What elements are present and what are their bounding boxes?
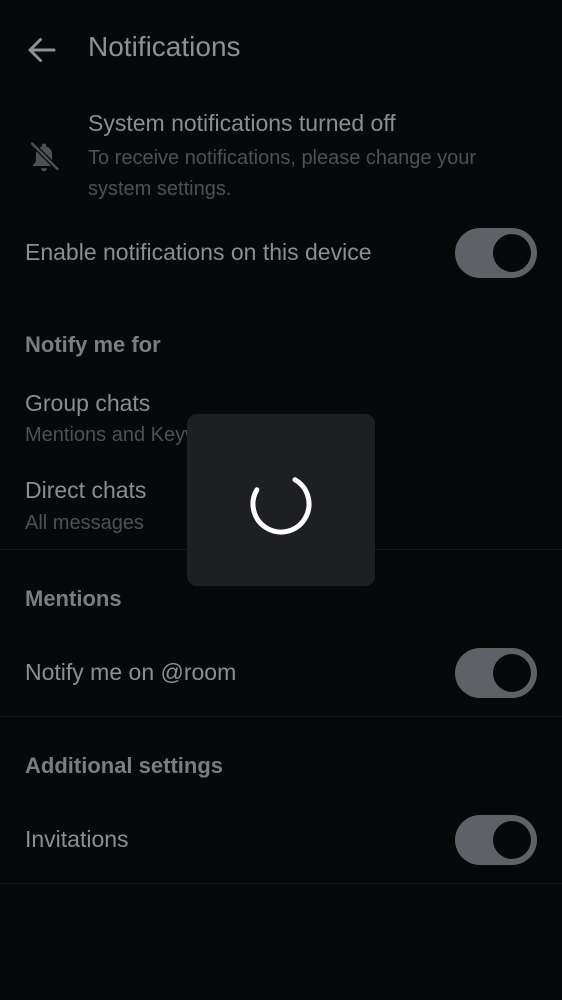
loading-dialog [187,414,375,586]
notify-me-for-header: Notify me for [25,332,161,357]
direct-chats-value: All messages [25,512,144,534]
system-notifications-notice: System notifications turned off To recei… [0,105,562,205]
notify-room-toggle[interactable] [455,648,537,698]
notify-room-row[interactable]: Notify me on @room [0,642,562,704]
loading-spinner-icon [250,473,312,535]
system-notice-subtitle: To receive notifications, please change … [88,147,477,200]
top-app-bar: Notifications [0,0,562,100]
invitations-toggle[interactable] [455,815,537,865]
mentions-header: Mentions [25,586,122,611]
divider [0,716,562,717]
arrow-left-icon[interactable] [24,32,60,68]
bell-off-icon [30,141,60,172]
invitations-row[interactable]: Invitations [0,809,562,871]
page-title: Notifications [88,31,241,62]
enable-notifications-label: Enable notifications on this device [25,239,372,265]
system-notice-title: System notifications turned off [88,110,396,136]
enable-notifications-row[interactable]: Enable notifications on this device [0,222,562,284]
toggle-knob [493,234,531,272]
toggle-knob [493,821,531,859]
notify-room-label: Notify me on @room [25,659,237,685]
divider [0,883,562,884]
invitations-label: Invitations [25,826,129,852]
toggle-knob [493,654,531,692]
direct-chats-label: Direct chats [25,477,147,503]
enable-notifications-toggle[interactable] [455,228,537,278]
group-chats-label: Group chats [25,390,151,416]
additional-settings-header: Additional settings [25,753,223,778]
